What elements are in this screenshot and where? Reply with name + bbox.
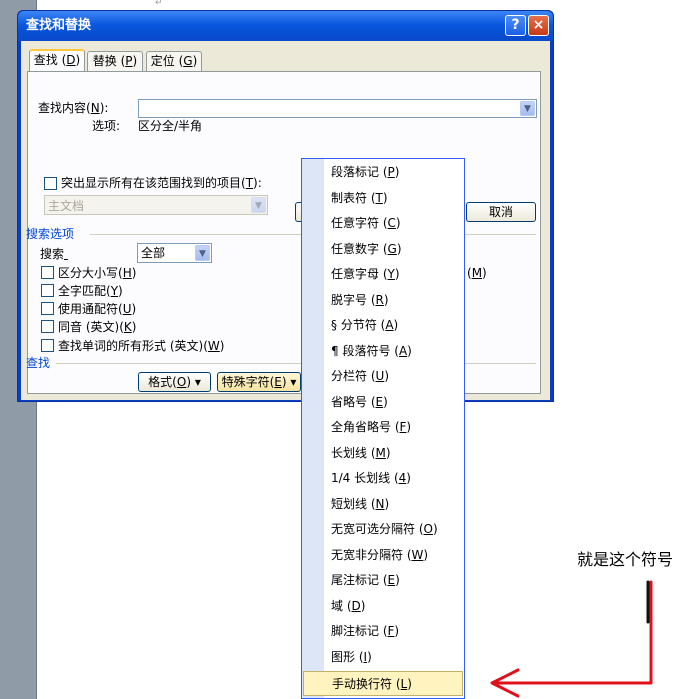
highlight-checkbox[interactable] <box>44 177 57 190</box>
menu-item-paragraph-mark[interactable]: 段落标记 (P) <box>326 160 463 185</box>
annotation-arrow-icon <box>490 580 653 698</box>
menu-item-any-character[interactable]: 任意字符 (C) <box>326 211 463 236</box>
menu-item-section-character[interactable]: § 分节符 (A) <box>326 313 463 338</box>
dialog-title: 查找和替换 <box>26 18 92 33</box>
hidden-option-key: (M) <box>467 266 487 280</box>
find-replace-dialog: 查找和替换 ? × 查找 (D) 替换 (P) 定位 (G) 查找内容(N): … <box>17 10 554 402</box>
options-value: 区分全/半角 <box>138 119 203 133</box>
cancel-button[interactable]: 取消 <box>466 202 536 222</box>
tab-goto[interactable]: 定位 (G) <box>146 51 202 71</box>
dialog-client-area: 查找 (D) 替换 (P) 定位 (G) 查找内容(N): ▼ 选项: 区分全/… <box>21 41 550 400</box>
menu-item-paragraph-character[interactable]: ¶ 段落符号 (A) <box>326 339 463 364</box>
search-options-title: 搜索选项 <box>26 227 75 241</box>
tab-find-key: D <box>66 53 76 67</box>
whole-word-label: 全字匹配(Y) <box>58 284 123 298</box>
menu-item-graphic[interactable]: 图形 (I) <box>326 645 463 670</box>
annotation-text: 就是这个符号 <box>577 550 674 569</box>
highlight-label: 突出显示所有在该范围找到的项目(T): <box>61 176 262 190</box>
search-direction-select[interactable]: 全部 ▼ <box>137 243 212 263</box>
scope-dropdown-icon: ▼ <box>251 197 266 213</box>
whole-word-checkbox[interactable] <box>41 284 54 297</box>
format-button[interactable]: 格式(O) ▾ <box>138 372 211 392</box>
help-button[interactable]: ? <box>505 15 526 36</box>
sounds-like-label: 同音 (英文)(K) <box>58 320 137 334</box>
annotation-arrow-path <box>490 580 653 698</box>
find-section-title: 查找 <box>26 356 51 370</box>
tab-replace-label: 替换 <box>92 54 121 68</box>
menu-item-field[interactable]: 域 (D) <box>326 594 463 619</box>
find-dropdown-icon[interactable]: ▼ <box>520 101 535 116</box>
special-button[interactable]: 特殊字符(E) ▾ <box>217 372 301 392</box>
wildcards-checkbox[interactable] <box>41 302 54 315</box>
tab-replace-key: P <box>125 54 133 68</box>
close-icon: × <box>532 17 545 33</box>
close-button[interactable]: × <box>528 15 549 36</box>
menu-item-quarter-em-dash[interactable]: 1/4 长划线 (4) <box>326 466 463 491</box>
menu-item-caret[interactable]: 脱字号 (R) <box>326 288 463 313</box>
find-what-input[interactable]: ▼ <box>138 99 537 118</box>
menu-item-full-width-ellipsis[interactable]: 全角省略号 (F) <box>326 415 463 440</box>
menu-item-endnote-mark[interactable]: 尾注标记 (E) <box>326 568 463 593</box>
tab-replace[interactable]: 替换 (P) <box>87 51 143 71</box>
menu-item-any-letter[interactable]: 任意字母 (Y) <box>326 262 463 287</box>
format-dropdown-icon: ▾ <box>194 375 201 389</box>
scope-value: 主文档 <box>48 199 85 213</box>
help-icon: ? <box>511 17 520 33</box>
menu-item-optional-break[interactable]: 无宽可选分隔符 (O) <box>326 517 463 542</box>
tab-goto-key: G <box>183 54 193 68</box>
all-word-forms-label: 查找单词的所有形式 (英文)(W) <box>58 339 225 353</box>
menu-item-em-dash[interactable]: 长划线 (M) <box>326 441 463 466</box>
match-case-label: 区分大小写(H) <box>58 266 137 280</box>
paragraph-mark: ↵ <box>155 0 163 8</box>
menu-gutter <box>302 159 324 698</box>
search-dropdown-icon[interactable]: ▼ <box>195 245 210 261</box>
tab-find-label: 查找 <box>33 53 62 67</box>
sounds-like-checkbox[interactable] <box>41 320 54 333</box>
all-word-forms-checkbox[interactable] <box>41 339 54 352</box>
menu-item-column-break[interactable]: 分栏符 (U) <box>326 364 463 389</box>
tab-find[interactable]: 查找 (D) <box>29 49 85 71</box>
search-direction-value: 全部 <box>141 246 166 260</box>
special-dropdown-icon: ▾ <box>290 375 297 389</box>
menu-item-en-dash[interactable]: 短划线 (N) <box>326 492 463 517</box>
menu-item-footnote-mark[interactable]: 脚注标记 (F) <box>326 619 463 644</box>
wildcards-label: 使用通配符(U) <box>58 302 137 316</box>
menu-item-manual-line-break[interactable]: 手动换行符 (L) <box>303 671 463 696</box>
menu-item-tab-character[interactable]: 制表符 (T) <box>326 186 463 211</box>
menu-item-any-digit[interactable]: 任意数字 (G) <box>326 237 463 262</box>
menu-item-ellipsis[interactable]: 省略号 (E) <box>326 390 463 415</box>
scope-select[interactable]: 主文档 ▼ <box>44 195 268 215</box>
tab-goto-label: 定位 <box>150 54 179 68</box>
dialog-title-bar[interactable]: 查找和替换 ? × <box>18 11 553 41</box>
options-label: 选项: <box>92 119 121 133</box>
find-what-label: 查找内容(N): <box>38 101 109 115</box>
search-label: 搜索 <box>40 247 65 261</box>
match-case-checkbox[interactable] <box>41 266 54 279</box>
special-character-menu: 段落标记 (P) 制表符 (T) 任意字符 (C) 任意数字 (G) 任意字母 … <box>301 158 465 699</box>
menu-item-no-width-non-break[interactable]: 无宽非分隔符 (W) <box>326 543 463 568</box>
